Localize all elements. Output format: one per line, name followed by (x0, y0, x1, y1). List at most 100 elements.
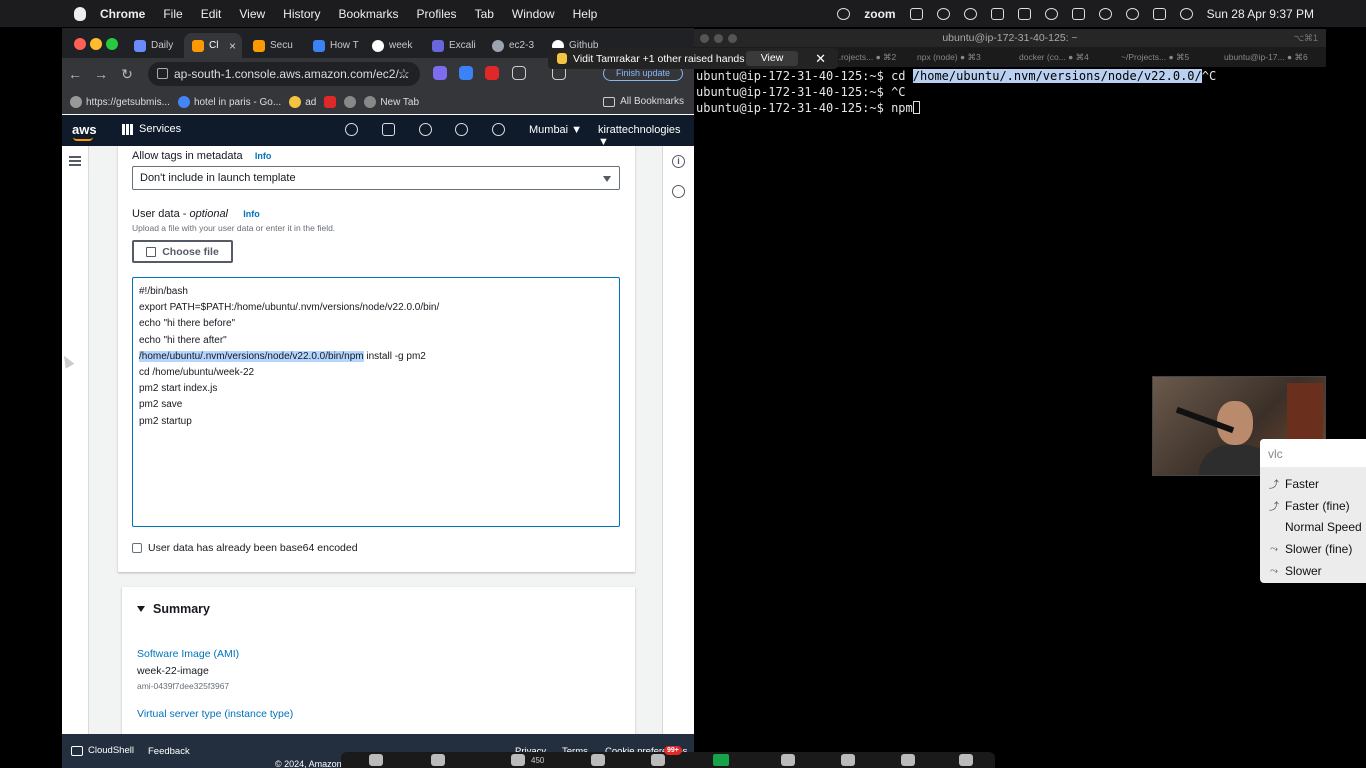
chat-icon[interactable] (591, 754, 605, 766)
apple-icon[interactable] (74, 6, 86, 21)
microphone-icon[interactable] (369, 754, 383, 766)
wifi-icon[interactable] (1098, 7, 1112, 20)
menu-edit[interactable]: Edit (201, 7, 222, 21)
extension-icon[interactable] (485, 66, 499, 80)
terminal-tab[interactable]: ubuntu@ip-17... ● ⌘6 (1224, 52, 1308, 63)
annotate-icon[interactable] (841, 754, 855, 766)
tab-ec2[interactable]: ec2-3 (484, 33, 542, 58)
minimize-window-icon[interactable] (714, 34, 723, 43)
moon-icon[interactable] (1044, 7, 1058, 20)
reload-icon[interactable]: ↻ (114, 66, 140, 83)
extension-icon[interactable] (433, 66, 447, 80)
close-tab-icon[interactable]: × (229, 39, 236, 53)
tab-week[interactable]: week (364, 33, 422, 58)
more-icon[interactable] (959, 754, 973, 766)
ami-link[interactable]: Software Image (AMI) (137, 648, 239, 660)
menu-item-slower[interactable]: ⤳ Slower (1268, 564, 1322, 578)
control-center-icon[interactable] (1152, 7, 1166, 20)
siri-icon[interactable] (1179, 7, 1193, 20)
tab-daily[interactable]: Daily (126, 33, 184, 58)
tab-security[interactable]: Secu (245, 33, 303, 58)
site-info-icon[interactable] (157, 68, 168, 79)
menu-item-faster-fine[interactable]: ⤴ Faster (fine) (1268, 498, 1350, 514)
share-screen-icon[interactable] (713, 754, 729, 766)
clock-icon[interactable] (837, 7, 851, 20)
region-selector[interactable]: Mumbai ▼ (529, 124, 582, 136)
apps-icon[interactable] (901, 754, 915, 766)
choose-file-button[interactable]: Choose file (132, 240, 233, 263)
hamburger-menu-icon[interactable] (69, 156, 81, 166)
bookmark-item[interactable] (344, 96, 357, 108)
feedback-link[interactable]: Feedback (148, 746, 190, 757)
minimize-window-icon[interactable] (90, 38, 102, 50)
menu-file[interactable]: File (163, 7, 182, 21)
bookmark-item[interactable]: New Tab (364, 96, 419, 108)
aws-logo[interactable]: aws (72, 122, 97, 141)
bookmark-item[interactable]: ad (289, 96, 316, 108)
tutorial-icon[interactable] (672, 185, 685, 198)
pause-icon[interactable] (781, 754, 795, 766)
menu-tab[interactable]: Tab (475, 7, 494, 21)
settings-icon[interactable] (492, 123, 505, 136)
home-icon[interactable] (990, 7, 1004, 20)
back-icon[interactable]: ← (62, 66, 88, 82)
menu-profiles[interactable]: Profiles (417, 7, 457, 21)
forward-icon[interactable]: → (88, 66, 114, 82)
menu-item-faster[interactable]: ⤴ Faster (1268, 476, 1319, 492)
close-window-icon[interactable] (700, 34, 709, 43)
menu-search-field[interactable]: vlc (1260, 439, 1366, 467)
metadata-tags-select[interactable]: Don't include in launch template (132, 166, 620, 190)
info-icon[interactable]: i (672, 155, 685, 168)
menu-view[interactable]: View (239, 7, 265, 21)
zoom-status-label[interactable]: zoom (864, 7, 895, 21)
display-icon[interactable] (1017, 7, 1031, 20)
video-camera-icon[interactable] (431, 754, 445, 766)
menu-clock[interactable]: Sun 28 Apr 9:37 PM (1207, 7, 1314, 21)
address-bar[interactable]: ap-south-1.console.aws.amazon.com/ec2/..… (148, 62, 420, 86)
terminal-tab[interactable]: npx (node) ● ⌘3 (917, 52, 981, 63)
tab-aws-console[interactable]: Cl × (184, 33, 242, 58)
battery-icon[interactable] (1071, 7, 1085, 20)
bookmark-item[interactable]: hotel in paris - Go... (177, 96, 281, 108)
reactions-icon[interactable] (651, 754, 665, 766)
help-icon[interactable] (455, 123, 468, 136)
bell-icon[interactable] (419, 123, 432, 136)
close-window-icon[interactable] (74, 38, 86, 50)
tab-how-to[interactable]: How T (305, 33, 363, 58)
account-menu[interactable]: kirattechnologies ▼ (598, 124, 694, 148)
menu-item-slower-fine[interactable]: ⤳ Slower (fine) (1268, 542, 1352, 556)
terminal-output[interactable]: ubuntu@ip-172-31-40-125:~$ cd /home/ubun… (696, 68, 1216, 116)
cloudshell-icon[interactable] (382, 123, 395, 136)
user-data-textarea[interactable]: #!/bin/bash export PATH=$PATH:/home/ubun… (132, 277, 620, 527)
menu-item-normal-speed[interactable]: Normal Speed (1268, 520, 1362, 534)
search-icon[interactable] (345, 123, 358, 136)
view-button[interactable]: View (746, 51, 798, 66)
info-link[interactable]: Info (255, 151, 272, 161)
instance-type-link[interactable]: Virtual server type (instance type) (137, 708, 293, 720)
menu-bookmarks[interactable]: Bookmarks (339, 7, 399, 21)
search-icon[interactable] (1125, 7, 1139, 20)
info-link[interactable]: Info (243, 209, 260, 219)
bookmark-star-icon[interactable]: ☆ (398, 66, 410, 82)
puzzle-icon[interactable] (512, 66, 526, 80)
zoom-window-icon[interactable] (106, 38, 118, 50)
terminal-tab[interactable]: ...rojects... ● ⌘2 (834, 52, 896, 63)
menu-window[interactable]: Window (512, 7, 555, 21)
menu-help[interactable]: Help (573, 7, 598, 21)
extension-icon[interactable] (459, 66, 473, 80)
bookmark-item[interactable]: https://getsubmis... (70, 96, 170, 108)
headphones-icon[interactable] (936, 7, 950, 20)
terminal-tab[interactable]: ~/Projects... ● ⌘5 (1121, 52, 1189, 63)
close-icon[interactable]: ✕ (815, 51, 826, 66)
terminal-tab[interactable]: docker (co... ● ⌘4 (1019, 52, 1089, 63)
tab-excalidraw[interactable]: Excali (424, 33, 482, 58)
base64-checkbox[interactable] (132, 543, 142, 553)
bookmark-item[interactable] (324, 96, 337, 108)
participants-icon[interactable] (511, 754, 525, 766)
cloudshell-button[interactable]: CloudShell (71, 745, 134, 756)
all-bookmarks-button[interactable]: All Bookmarks (603, 96, 684, 107)
menu-app-name[interactable]: Chrome (100, 7, 145, 21)
zoom-window-icon[interactable] (728, 34, 737, 43)
shield-icon[interactable] (963, 7, 977, 20)
camera-icon[interactable] (909, 7, 923, 20)
